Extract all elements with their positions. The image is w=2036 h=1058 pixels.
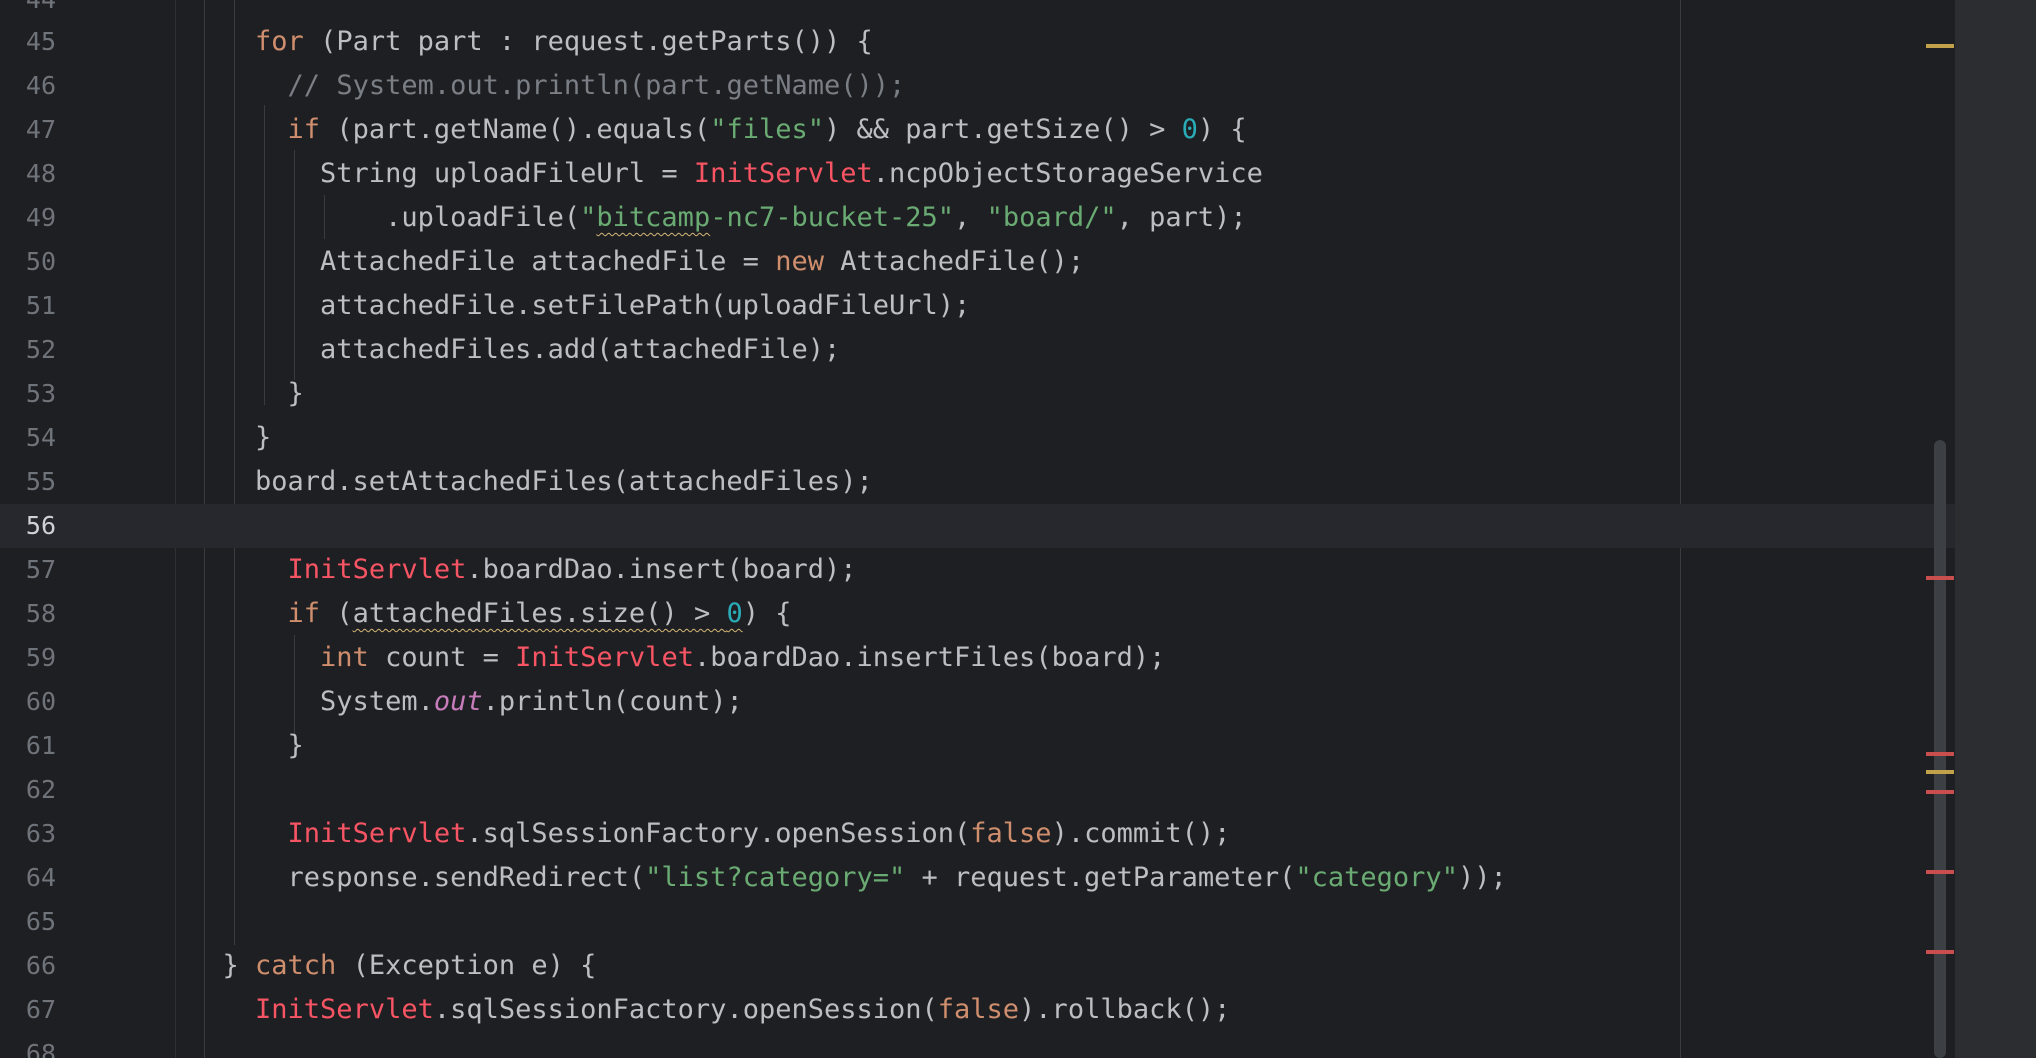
code-line[interactable]: 53 }	[0, 372, 1955, 416]
code-line[interactable]: 58 if (attachedFiles.size() > 0) {	[0, 592, 1955, 636]
line-number: 67	[25, 995, 56, 1024]
line-number: 68	[25, 1039, 56, 1058]
code-text[interactable]: // System.out.println(part.getName());	[190, 64, 906, 108]
warning-marker[interactable]	[1926, 44, 1954, 48]
code-line[interactable]: 54 }	[0, 416, 1955, 460]
code-line[interactable]: 65	[0, 900, 1955, 944]
error-marker[interactable]	[1926, 752, 1954, 756]
line-number: 52	[25, 335, 56, 364]
line-number: 63	[25, 819, 56, 848]
code-line[interactable]: 48 String uploadFileUrl = InitServlet.nc…	[0, 152, 1955, 196]
code-line[interactable]: 61 }	[0, 724, 1955, 768]
code-line[interactable]: 67 InitServlet.sqlSessionFactory.openSes…	[0, 988, 1955, 1032]
code-line[interactable]: 47 if (part.getName().equals("files") &&…	[0, 108, 1955, 152]
code-line[interactable]: 68	[0, 1032, 1955, 1058]
line-number: 54	[25, 423, 56, 452]
line-number: 59	[25, 643, 56, 672]
line-number: 45	[25, 27, 56, 56]
code-line[interactable]: 51 attachedFile.setFilePath(uploadFileUr…	[0, 284, 1955, 328]
code-text[interactable]: if (part.getName().equals("files") && pa…	[190, 108, 1247, 152]
code-line[interactable]: 49 .uploadFile("bitcamp-nc7-bucket-25", …	[0, 196, 1955, 240]
code-text[interactable]: } catch (Exception e) {	[190, 944, 597, 988]
error-marker[interactable]	[1926, 870, 1954, 874]
code-text[interactable]: InitServlet.sqlSessionFactory.openSessio…	[190, 988, 1230, 1032]
code-line[interactable]: 50 AttachedFile attachedFile = new Attac…	[0, 240, 1955, 284]
line-number: 44	[0, 0, 56, 22]
line-number: 61	[25, 731, 56, 760]
line-number: 66	[25, 951, 56, 980]
code-line[interactable]: 60 System.out.println(count);	[0, 680, 1955, 724]
error-marker[interactable]	[1926, 950, 1954, 954]
line-number: 57	[25, 555, 56, 584]
code-line[interactable]: 63 InitServlet.sqlSessionFactory.openSes…	[0, 812, 1955, 856]
code-text[interactable]: InitServlet.sqlSessionFactory.openSessio…	[190, 812, 1231, 856]
code-text[interactable]: System.out.println(count);	[190, 680, 743, 724]
warning-marker[interactable]	[1926, 770, 1954, 774]
code-line[interactable]: 55 board.setAttachedFiles(attachedFiles)…	[0, 460, 1955, 504]
code-text[interactable]: if (attachedFiles.size() > 0) {	[190, 592, 792, 636]
code-line[interactable]: 64 response.sendRedirect("list?category=…	[0, 856, 1955, 900]
code-line[interactable]: 56	[0, 504, 1955, 548]
code-text[interactable]: String uploadFileUrl = InitServlet.ncpOb…	[190, 152, 1263, 196]
code-text[interactable]: attachedFile.setFilePath(uploadFileUrl);	[190, 284, 970, 328]
code-editor[interactable]: 4445 for (Part part : request.getParts()…	[0, 0, 2036, 1058]
code-line[interactable]: 46 // System.out.println(part.getName())…	[0, 64, 1955, 108]
code-line[interactable]: 52 attachedFiles.add(attachedFile);	[0, 328, 1955, 372]
code-text[interactable]: }	[190, 724, 304, 768]
error-marker[interactable]	[1926, 576, 1954, 580]
code-text[interactable]: attachedFiles.add(attachedFile);	[190, 328, 840, 372]
code-text[interactable]: board.setAttachedFiles(attachedFiles);	[190, 460, 873, 504]
code-line[interactable]: 62	[0, 768, 1955, 812]
line-number: 55	[25, 467, 56, 496]
line-number: 64	[25, 863, 56, 892]
line-number: 53	[25, 379, 56, 408]
vertical-scrollbar-thumb[interactable]	[1934, 440, 1946, 1058]
line-number: 58	[25, 599, 56, 628]
line-number: 46	[25, 71, 56, 100]
line-number: 47	[25, 115, 56, 144]
line-number: 50	[25, 247, 56, 276]
code-line[interactable]: 59 int count = InitServlet.boardDao.inse…	[0, 636, 1955, 680]
code-line[interactable]: 57 InitServlet.boardDao.insert(board);	[0, 548, 1955, 592]
line-number: 60	[25, 687, 56, 716]
code-line[interactable]: 45 for (Part part : request.getParts()) …	[0, 20, 1955, 64]
code-text[interactable]: }	[190, 372, 304, 416]
code-line[interactable]: 66 } catch (Exception e) {	[0, 944, 1955, 988]
line-number: 51	[25, 291, 56, 320]
line-number: 56	[25, 511, 56, 540]
code-text[interactable]: }	[190, 416, 271, 460]
line-number: 62	[25, 775, 56, 804]
code-text[interactable]: .uploadFile("bitcamp-nc7-bucket-25", "bo…	[190, 196, 1247, 240]
code-text[interactable]: for (Part part : request.getParts()) {	[190, 20, 873, 64]
code-text[interactable]: int count = InitServlet.boardDao.insertF…	[190, 636, 1165, 680]
line-number: 49	[25, 203, 56, 232]
code-text[interactable]: AttachedFile attachedFile = new Attached…	[190, 240, 1084, 284]
error-stripe-track[interactable]	[1955, 0, 2036, 1058]
code-text[interactable]: InitServlet.boardDao.insert(board);	[190, 548, 857, 592]
code-line[interactable]: 44	[0, 0, 1955, 22]
code-text[interactable]: response.sendRedirect("list?category=" +…	[190, 856, 1507, 900]
line-number: 65	[25, 907, 56, 936]
error-marker[interactable]	[1926, 790, 1954, 794]
line-number: 48	[25, 159, 56, 188]
